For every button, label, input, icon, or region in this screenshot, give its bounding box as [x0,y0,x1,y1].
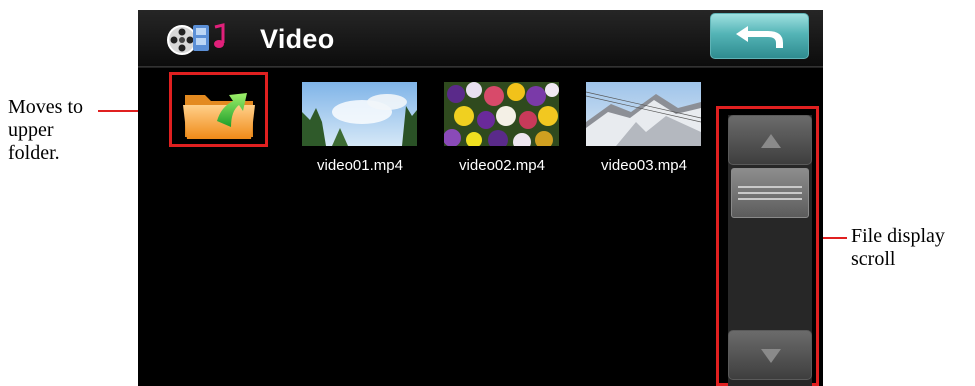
title-bar: Video [138,10,823,66]
scroll-up-button[interactable] [728,115,812,165]
callout-line-2: scroll [851,248,896,270]
device-screen: Video video01.mp4 video02.mp4 video03.mp… [138,10,823,386]
callout-line-1: File display [851,225,945,247]
return-arrow-icon [736,26,783,48]
video-thumbnail [302,82,417,146]
file-name: video01.mp4 [317,157,403,174]
file-name: video03.mp4 [601,157,687,174]
callout-line-2: upper [8,119,54,141]
triangle-down-icon [761,349,781,363]
video-thumbnail [586,82,701,146]
file-tile-video03[interactable]: video03.mp4 [582,82,702,182]
callout-line-3: folder. [8,142,60,164]
triangle-up-icon [761,134,781,148]
file-tile-video02[interactable]: video02.mp4 [440,82,560,182]
thumbnail-image [444,82,559,146]
file-name: video02.mp4 [459,157,545,174]
scroll-down-button[interactable] [728,330,812,380]
folder-up-icon [183,93,255,139]
page-title: Video [260,24,335,54]
film-music-icon [167,23,225,55]
video-thumbnail [444,82,559,146]
header-divider [138,66,823,68]
callout-upper-folder: Moves to upper folder. [8,96,108,165]
grip-line [738,192,802,194]
thumbnail-image [302,82,417,146]
leader-line-scroll [820,237,847,239]
scroll-thumb[interactable] [731,168,809,218]
upper-folder-button[interactable] [169,72,268,147]
back-button[interactable] [710,13,809,59]
grip-line [738,186,802,188]
grip-line [738,198,802,200]
file-tile-video01[interactable]: video01.mp4 [298,82,418,182]
callout-line-1: Moves to [8,96,83,118]
callout-scroll: File display scroll [851,225,975,271]
thumbnail-image [586,82,701,146]
